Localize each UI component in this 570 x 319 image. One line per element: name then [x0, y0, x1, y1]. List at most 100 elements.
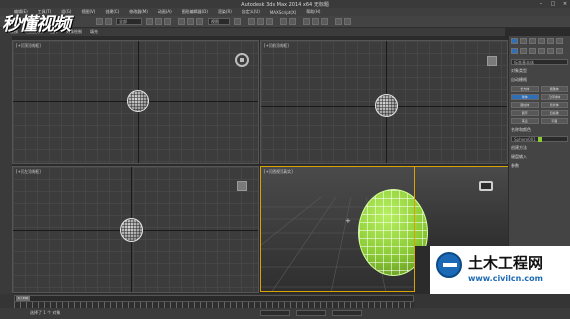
z-coord-field[interactable] [332, 310, 362, 316]
percent-snap-icon[interactable] [266, 18, 273, 25]
menu-bar: 编辑(E) 工具(T) 组(G) 视图(V) 创建(C) 修改器(M) 动画(A… [0, 8, 570, 16]
modify-tab-icon[interactable] [520, 38, 527, 44]
keyboard-entry-heading[interactable]: 键盘输入 [511, 154, 568, 160]
cylinder-button[interactable]: 圆柱体 [511, 102, 539, 108]
viewport-top[interactable]: [+][顶][线框] [12, 40, 259, 164]
tube-button[interactable]: 管状体 [540, 102, 568, 108]
snap-icon[interactable] [248, 18, 255, 25]
watermark-url: www.civilcn.com [468, 274, 543, 283]
geometry-icon[interactable] [511, 48, 518, 54]
systems-icon[interactable] [556, 48, 563, 54]
maximize-icon[interactable]: □ [550, 1, 556, 7]
material-editor-icon[interactable] [321, 18, 328, 25]
tab-populate[interactable]: 填充 [90, 29, 98, 35]
torus-button[interactable]: 圆环 [511, 110, 539, 116]
left-strip [0, 36, 12, 294]
redo-icon[interactable] [105, 18, 112, 25]
curve-editor-icon[interactable] [312, 18, 319, 25]
lights-icon[interactable] [529, 48, 536, 54]
utilities-tab-icon[interactable] [556, 38, 563, 44]
menu-maxscript[interactable]: MAXScript(X) [270, 10, 296, 15]
menu-create[interactable]: 创建(C) [105, 9, 119, 15]
object-type-heading[interactable]: 对象类型 [511, 68, 568, 74]
rotate-icon[interactable] [187, 18, 194, 25]
viewcube-3d-icon[interactable] [479, 181, 493, 191]
x-coord-field[interactable] [260, 310, 290, 316]
selection-region-icon[interactable] [164, 18, 171, 25]
cone-button[interactable]: 圆锥体 [540, 86, 568, 92]
title-bar: Autodesk 3ds Max 2014 x64 无标题 – □ × [0, 0, 570, 8]
render-setup-icon[interactable] [335, 18, 342, 25]
geometry-type-select[interactable]: 标准基本体 [511, 59, 568, 65]
viewport-perspective[interactable]: [+][透视][真实] + [260, 166, 415, 292]
sphere-wireframe[interactable] [375, 94, 398, 117]
sphere-object-part[interactable] [415, 189, 428, 246]
create-tab-icon[interactable] [511, 38, 518, 44]
menu-modifiers[interactable]: 修改器(M) [129, 9, 148, 15]
viewport-perspective-ext[interactable] [415, 166, 508, 246]
watermark-title: 土木工程网 [468, 254, 544, 272]
teapot-button[interactable]: 茶壶 [511, 118, 539, 124]
mirror-icon[interactable] [280, 18, 287, 25]
close-icon[interactable]: × [562, 1, 568, 7]
autogrid-checkbox[interactable]: 自动栅格 [511, 77, 568, 83]
parameters-heading[interactable]: 参数 [511, 163, 568, 169]
window-title: Autodesk 3ds Max 2014 x64 无标题 [241, 2, 329, 8]
viewcube-gizmo-icon[interactable] [235, 53, 249, 67]
menu-animation[interactable]: 动画(A) [158, 9, 172, 15]
pyramid-button[interactable]: 四棱锥 [540, 110, 568, 116]
bottom-bar: 0 / 100 选择了 1 个 对象 [0, 294, 570, 319]
menu-customize[interactable]: 自定义(U) [242, 9, 260, 15]
minimize-icon[interactable]: – [538, 1, 544, 7]
menu-rendering[interactable]: 渲染(R) [218, 9, 232, 15]
command-panel-tabs [509, 36, 570, 46]
motion-tab-icon[interactable] [538, 38, 545, 44]
time-slider[interactable]: 0 / 100 [16, 296, 30, 301]
object-color-swatch[interactable] [537, 136, 542, 142]
viewcube-icon[interactable] [487, 56, 497, 66]
hierarchy-tab-icon[interactable] [529, 38, 536, 44]
menu-graph-editors[interactable]: 图形编辑器(D) [182, 9, 208, 15]
scale-icon[interactable] [196, 18, 203, 25]
sphere-wireframe[interactable] [120, 218, 143, 242]
viewport-front[interactable]: [+][前][线框] [260, 40, 508, 164]
time-slider-track[interactable] [14, 295, 414, 302]
name-color-heading[interactable]: 名称和颜色 [511, 127, 568, 133]
status-text: 选择了 1 个 对象 [30, 310, 61, 315]
box-button[interactable]: 长方体 [511, 86, 539, 92]
select-by-name-icon[interactable] [155, 18, 162, 25]
helpers-icon[interactable] [547, 48, 554, 54]
viewport-label[interactable]: [+][前][线框] [264, 43, 289, 49]
y-coord-field[interactable] [296, 310, 326, 316]
select-object-icon[interactable] [146, 18, 153, 25]
sphere-button[interactable]: 球体 [511, 94, 539, 100]
menu-help[interactable]: 帮助(H) [306, 9, 320, 15]
sphere-wireframe[interactable] [127, 90, 149, 112]
undo-icon[interactable] [96, 18, 103, 25]
viewport-label[interactable]: [+][顶][线框] [16, 43, 41, 49]
move-icon[interactable] [178, 18, 185, 25]
ribbon-tabs: 建模 自由形式 选择 对象绘制 填充 [0, 28, 505, 36]
display-tab-icon[interactable] [547, 38, 554, 44]
pivot-icon[interactable] [234, 18, 241, 25]
viewport-label[interactable]: [+][左][线框] [16, 169, 41, 175]
window-controls: – □ × [538, 1, 568, 7]
creation-method-heading[interactable]: 创建方法 [511, 145, 568, 151]
render-icon[interactable] [344, 18, 351, 25]
status-bar: 选择了 1 个 对象 [0, 308, 570, 319]
layer-icon[interactable] [303, 18, 310, 25]
reference-coord-select[interactable]: 视图 [208, 18, 230, 25]
plane-button[interactable]: 平面 [540, 118, 568, 124]
viewcube-icon[interactable] [237, 181, 247, 191]
object-name-field[interactable]: Sphere001 [511, 136, 568, 142]
shapes-icon[interactable] [520, 48, 527, 54]
viewport-left[interactable]: [+][左][线框] [12, 166, 259, 293]
selection-filter-select[interactable]: 全部 [116, 18, 142, 25]
align-icon[interactable] [289, 18, 296, 25]
geosphere-button[interactable]: 几何球体 [540, 94, 568, 100]
angle-snap-icon[interactable] [257, 18, 264, 25]
cameras-icon[interactable] [538, 48, 545, 54]
menu-views[interactable]: 视图(V) [81, 9, 95, 15]
video-logo: 秒懂视频 [2, 14, 71, 35]
crosshair-cursor-icon: + [345, 217, 351, 225]
